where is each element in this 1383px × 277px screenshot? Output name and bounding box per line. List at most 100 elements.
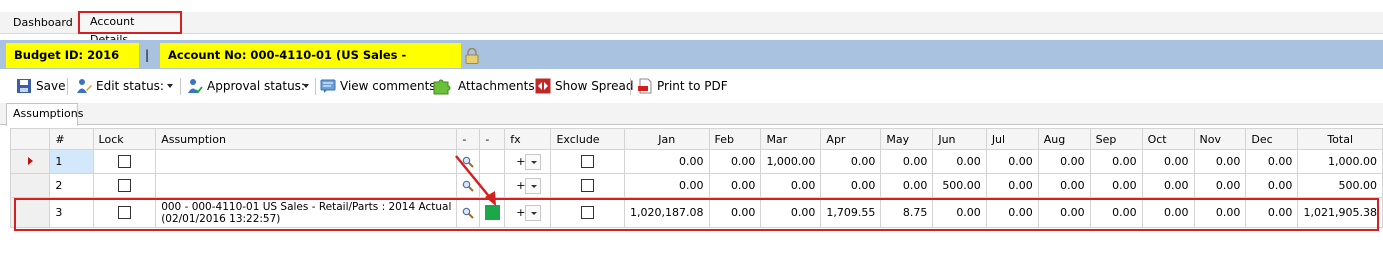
header-aug[interactable]: Aug [1037, 128, 1091, 150]
exclude-checkbox[interactable] [581, 206, 595, 220]
header-dash-2[interactable]: - [479, 128, 506, 150]
header-sep[interactable]: Sep [1089, 128, 1143, 150]
lock-checkbox[interactable] [117, 206, 131, 220]
status-cell[interactable] [479, 149, 506, 174]
magnifier-icon[interactable] [462, 180, 475, 192]
fx-dropdown-icon[interactable] [525, 177, 542, 194]
aug-value[interactable]: 0.00 [1037, 149, 1091, 174]
row-indicator[interactable] [9, 197, 51, 228]
fx-cell[interactable]: + [504, 149, 552, 174]
fx-cell[interactable]: + [504, 197, 552, 228]
oct-value[interactable]: 0.00 [1141, 149, 1195, 174]
row-indicator[interactable] [9, 173, 51, 198]
dec-value[interactable]: 0.00 [1245, 197, 1299, 228]
exclude-cell[interactable] [550, 149, 626, 174]
sep-value[interactable]: 0.00 [1089, 197, 1143, 228]
header-lock[interactable]: Lock [92, 128, 157, 150]
lock-checkbox[interactable] [117, 155, 131, 169]
jan-value[interactable]: 0.00 [624, 173, 710, 198]
header-jan[interactable]: Jan [624, 128, 710, 150]
jun-value[interactable]: 0.00 [932, 149, 987, 174]
header-dec[interactable]: Dec [1245, 128, 1299, 150]
assumption-cell[interactable] [155, 149, 458, 174]
jul-value[interactable]: 0.00 [985, 197, 1039, 228]
exclude-checkbox[interactable] [581, 179, 595, 193]
row-num[interactable]: 3 [49, 197, 94, 228]
oct-value[interactable]: 0.00 [1141, 173, 1195, 198]
fx-dropdown-icon[interactable] [525, 153, 542, 170]
jun-value[interactable]: 500.00 [932, 173, 987, 198]
feb-value[interactable]: 0.00 [708, 197, 762, 228]
approval-status-dropdown-icon[interactable] [303, 84, 309, 88]
lookup-cell[interactable] [456, 149, 481, 174]
attachments-button[interactable]: Attachments [432, 76, 535, 96]
mar-value[interactable]: 1,000.00 [760, 149, 822, 174]
dec-value[interactable]: 0.00 [1245, 173, 1299, 198]
tab-dashboard[interactable]: Dashboard [7, 12, 79, 34]
sep-value[interactable]: 0.00 [1089, 173, 1143, 198]
aug-value[interactable]: 0.00 [1037, 197, 1091, 228]
header-nov[interactable]: Nov [1193, 128, 1247, 150]
aug-value[interactable]: 0.00 [1037, 173, 1091, 198]
magnifier-icon[interactable] [462, 156, 475, 168]
exclude-checkbox[interactable] [581, 155, 595, 169]
status-indicator-icon[interactable] [484, 205, 500, 220]
status-cell[interactable] [479, 197, 506, 228]
nov-value[interactable]: 0.00 [1193, 173, 1247, 198]
dec-value[interactable]: 0.00 [1245, 149, 1299, 174]
jul-value[interactable]: 0.00 [985, 149, 1039, 174]
view-comments-button[interactable]: View comments [320, 76, 436, 96]
assumption-cell[interactable] [155, 173, 458, 198]
feb-value[interactable]: 0.00 [708, 149, 762, 174]
header-total[interactable]: Total [1297, 128, 1383, 150]
magnifier-icon[interactable] [462, 207, 475, 219]
lookup-cell[interactable] [456, 173, 481, 198]
print-pdf-button[interactable]: Print to PDF [637, 76, 728, 96]
header-assumption[interactable]: Assumption [155, 128, 458, 150]
row-indicator[interactable] [9, 149, 51, 174]
header-num[interactable]: # [49, 128, 94, 150]
lookup-cell[interactable] [456, 197, 481, 228]
apr-value[interactable]: 1,709.55 [820, 197, 882, 228]
lock-cell[interactable] [92, 149, 157, 174]
show-spread-button[interactable]: Show Spread [535, 76, 633, 96]
header-dash-1[interactable]: - [456, 128, 481, 150]
header-feb[interactable]: Feb [708, 128, 762, 150]
apr-value[interactable]: 0.00 [820, 173, 882, 198]
header-apr[interactable]: Apr [820, 128, 882, 150]
assumption-cell[interactable]: 000 - 000-4110-01 US Sales - Retail/Part… [155, 197, 458, 228]
edit-status-button[interactable]: Edit status: [76, 76, 164, 96]
header-mar[interactable]: Mar [760, 128, 822, 150]
table-row[interactable]: 3 000 - 000-4110-01 US Sales - Retail/Pa… [9, 197, 1383, 228]
jan-value[interactable]: 0.00 [624, 149, 710, 174]
row-num[interactable]: 1 [49, 149, 94, 174]
lock-checkbox[interactable] [117, 179, 131, 193]
row-num[interactable]: 2 [49, 173, 94, 198]
jun-value[interactable]: 0.00 [932, 197, 987, 228]
exclude-cell[interactable] [550, 197, 626, 228]
may-value[interactable]: 0.00 [880, 149, 934, 174]
feb-value[interactable]: 0.00 [708, 173, 762, 198]
nov-value[interactable]: 0.00 [1193, 149, 1247, 174]
header-jun[interactable]: Jun [932, 128, 987, 150]
exclude-cell[interactable] [550, 173, 626, 198]
may-value[interactable]: 0.00 [880, 173, 934, 198]
sep-value[interactable]: 0.00 [1089, 149, 1143, 174]
header-may[interactable]: May [880, 128, 934, 150]
lock-icon[interactable] [465, 48, 479, 64]
save-button[interactable]: Save [16, 76, 65, 96]
edit-status-dropdown-icon[interactable] [167, 84, 173, 88]
mar-value[interactable]: 0.00 [760, 197, 822, 228]
tab-account-details[interactable]: Account Details [78, 11, 182, 46]
header-fx[interactable]: fx [504, 128, 552, 150]
apr-value[interactable]: 0.00 [820, 149, 882, 174]
fx-cell[interactable]: + [504, 173, 552, 198]
mar-value[interactable]: 0.00 [760, 173, 822, 198]
lock-cell[interactable] [92, 173, 157, 198]
oct-value[interactable]: 0.00 [1141, 197, 1195, 228]
lock-cell[interactable] [92, 197, 157, 228]
table-row[interactable]: 2 + 0.00 0.00 0.00 0.00 0.00 500.00 0.00… [9, 173, 1383, 198]
table-row[interactable]: 1 + 0.00 0.00 1,000.00 0.00 0.00 0.00 0.… [9, 149, 1383, 174]
jul-value[interactable]: 0.00 [985, 173, 1039, 198]
nov-value[interactable]: 0.00 [1193, 197, 1247, 228]
